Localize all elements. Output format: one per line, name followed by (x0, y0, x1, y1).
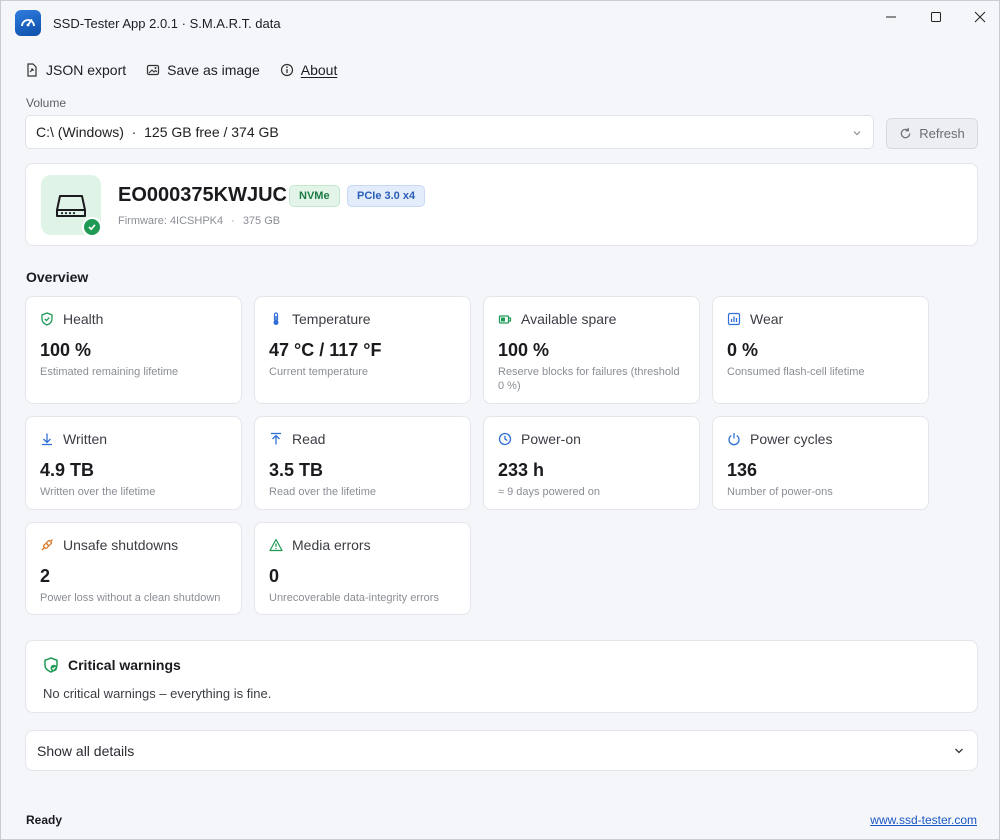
drive-model: EO000375KWJUC (118, 184, 287, 206)
image-icon (147, 64, 160, 76)
tile-label: Power-on (521, 431, 581, 447)
tile-description: Written over the lifetime (40, 486, 156, 498)
bar-chart-icon (727, 312, 741, 326)
tile-value: 4.9 TB (40, 460, 95, 480)
tile-label: Written (63, 431, 108, 447)
shield-check-icon (44, 657, 58, 673)
speedometer-icon (15, 10, 41, 36)
available-spare-tile: Available spare 100 % Reserve blocks for… (483, 296, 700, 404)
file-export-icon (27, 63, 37, 77)
drive-size: 375 GB (242, 215, 281, 227)
website-link[interactable]: www.ssd-tester.com (870, 813, 977, 827)
firmware-text: Firmware: 4ICSHPK4 (118, 215, 224, 227)
minimize-button[interactable] (869, 1, 913, 33)
refresh-label: Refresh (919, 126, 965, 141)
maximize-icon (931, 12, 941, 22)
tile-label: Available spare (521, 311, 617, 327)
temperature-tile: Temperature 47 °C / 117 °F Current tempe… (254, 296, 471, 404)
tile-description: Number of power-ons (727, 486, 833, 498)
tile-label: Power cycles (750, 431, 833, 447)
tile-value: 0 (269, 566, 280, 586)
tile-description: Reserve blocks for failures (threshold 0… (498, 366, 680, 392)
toolbar: JSON export Save as image About (25, 58, 337, 82)
volume-dropdown[interactable]: C:\ (Windows) · 125 GB free / 374 GB (25, 115, 874, 149)
arrow-down-icon (42, 433, 52, 446)
save-image-label: Save as image (167, 62, 260, 78)
show-all-details-label: Show all details (37, 742, 135, 759)
power-cycles-tile: Power cycles 136 Number of power-ons (712, 416, 929, 510)
written-tile: Written 4.9 TB Written over the lifetime (25, 416, 242, 510)
tile-label: Read (292, 431, 326, 447)
maximize-button[interactable] (914, 1, 958, 33)
chevron-down-icon (853, 131, 861, 136)
tile-value: 233 h (498, 460, 545, 480)
tile-description: Current temperature (269, 366, 369, 378)
critical-warnings-text: No critical warnings – everything is fin… (43, 686, 272, 701)
tile-description: Power loss without a clean shutdown (40, 592, 221, 604)
chevron-down-icon (955, 748, 963, 754)
show-all-details-expander[interactable]: Show all details (25, 730, 978, 771)
tile-label: Wear (750, 311, 784, 327)
json-export-label: JSON export (46, 62, 127, 78)
info-icon (280, 63, 293, 77)
warning-triangle-icon (269, 538, 283, 552)
tile-value: 0 % (727, 340, 759, 360)
tile-label: Health (63, 311, 104, 327)
check-icon (82, 217, 102, 237)
clock-icon (498, 432, 512, 446)
tile-value: 2 (40, 566, 51, 586)
tile-label: Temperature (292, 311, 371, 327)
thermometer-icon (273, 312, 279, 325)
tile-value: 3.5 TB (269, 460, 324, 480)
tile-value: 47 °C / 117 °F (269, 340, 382, 360)
tile-value: 100 % (40, 340, 92, 360)
critical-warnings-title: Critical warnings (68, 657, 181, 673)
window-title: SSD-Tester App 2.0.1 · S.M.A.R.T. data (53, 16, 281, 31)
unsafe-shutdowns-tile: Unsafe shutdowns 2 Power loss without a … (25, 522, 242, 615)
unplug-icon (41, 539, 53, 551)
overview-heading: Overview (26, 269, 89, 285)
tile-value: 100 % (498, 340, 550, 360)
separator: · (231, 215, 235, 227)
about-button[interactable]: About (280, 62, 338, 78)
tile-description: Read over the lifetime (269, 486, 376, 498)
json-export-button[interactable]: JSON export (25, 62, 126, 78)
close-button[interactable] (958, 1, 1000, 33)
save-image-button[interactable]: Save as image (146, 62, 260, 78)
critical-warnings-card: Critical warnings No critical warnings –… (25, 640, 978, 713)
interface-badge: NVMe (289, 185, 340, 207)
read-tile: Read 3.5 TB Read over the lifetime (254, 416, 471, 510)
health-tile: Health 100 % Estimated remaining lifetim… (25, 296, 242, 404)
power-on-tile: Power-on 233 h ≈ 9 days powered on (483, 416, 700, 510)
status-text: Ready (26, 813, 63, 827)
minimize-icon (886, 16, 896, 18)
tile-label: Unsafe shutdowns (63, 537, 179, 553)
drive-subtitle: Firmware: 4ICSHPK4 · 375 GB (118, 215, 280, 227)
close-icon (974, 11, 986, 23)
refresh-button[interactable]: Refresh (886, 118, 978, 149)
media-errors-tile: Media errors 0 Unrecoverable data-integr… (254, 522, 471, 615)
volume-selected-value: C:\ (Windows) · 125 GB free / 374 GB (36, 124, 279, 140)
arrow-up-icon (271, 432, 281, 445)
volume-label: Volume (26, 96, 67, 110)
about-label: About (300, 62, 338, 78)
tile-description: Unrecoverable data-integrity errors (269, 592, 439, 604)
title-bar: SSD-Tester App 2.0.1 · S.M.A.R.T. data (1, 1, 999, 45)
power-icon (728, 433, 740, 446)
spare-icon (498, 315, 512, 324)
pcie-badge: PCIe 3.0 x4 (347, 185, 426, 207)
shield-check-icon (41, 312, 53, 326)
app-window: SSD-Tester App 2.0.1 · S.M.A.R.T. data J… (0, 0, 1000, 840)
wear-tile: Wear 0 % Consumed flash-cell lifetime (712, 296, 929, 404)
tile-description: ≈ 9 days powered on (498, 486, 601, 498)
tile-description: Consumed flash-cell lifetime (727, 366, 865, 378)
drive-info-card: EO000375KWJUC NVMe PCIe 3.0 x4 Firmware:… (25, 163, 978, 246)
tile-value: 136 (727, 460, 758, 480)
tile-description: Estimated remaining lifetime (40, 366, 179, 378)
refresh-icon (900, 127, 911, 139)
tile-label: Media errors (292, 537, 371, 553)
